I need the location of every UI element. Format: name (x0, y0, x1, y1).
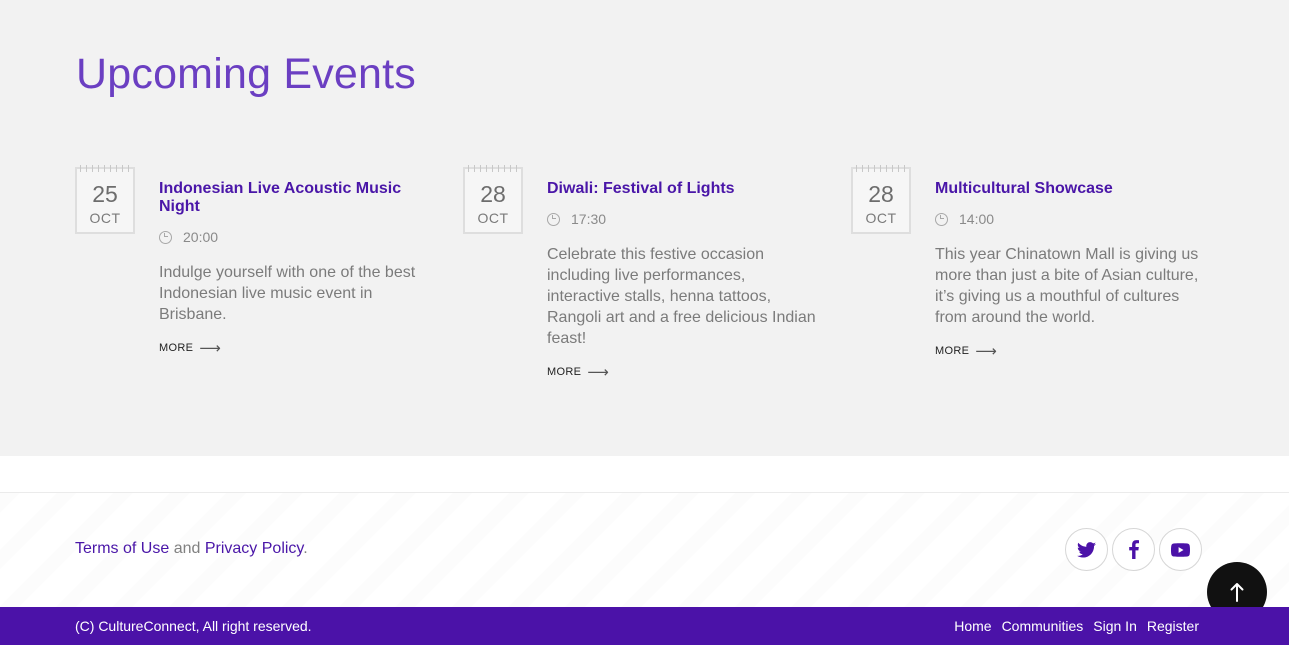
calendar-rings-icon (468, 165, 518, 172)
event-time-value: 17:30 (571, 211, 607, 227)
nav-sign-in-link[interactable]: Sign In (1093, 618, 1137, 634)
event-time-value: 14:00 (959, 211, 995, 227)
legal-period: . (303, 540, 308, 557)
clock-icon (547, 212, 560, 226)
event-time-value: 20:00 (183, 229, 219, 245)
section-title: Upcoming Events (76, 50, 416, 98)
event-month: OCT (477, 210, 509, 226)
event-description: Indulge yourself with one of the best In… (159, 264, 416, 323)
youtube-button[interactable] (1159, 528, 1202, 571)
calendar-rings-icon (80, 165, 130, 172)
event-title-link[interactable]: Indonesian Live Acoustic Music Night (159, 180, 434, 216)
more-link[interactable]: MORE ⟶ (935, 342, 998, 360)
arrow-up-icon (1230, 583, 1244, 602)
terms-of-use-link[interactable]: Terms of Use (75, 540, 169, 557)
event-month: OCT (89, 210, 121, 226)
event-day: 25 (92, 181, 118, 207)
more-link[interactable]: MORE ⟶ (547, 363, 610, 381)
event-time: 20:00 (159, 229, 434, 245)
twitter-button[interactable] (1065, 528, 1108, 571)
clock-icon (159, 230, 172, 244)
more-label: MORE (547, 366, 582, 378)
event-title-link[interactable]: Multicultural Showcase (935, 180, 1210, 198)
arrow-right-icon: ⟶ (975, 342, 998, 360)
event-description: Celebrate this festive occasion includin… (547, 246, 816, 347)
events-section: Upcoming Events 25 OCT Indonesian Live A… (0, 0, 1289, 456)
bottom-bar: (C) CultureConnect, All right reserved. … (0, 607, 1289, 645)
more-label: MORE (159, 342, 194, 354)
date-badge: 28 OCT (463, 165, 523, 234)
legal-links: Terms of Use and Privacy Policy. (75, 540, 308, 558)
nav-register-link[interactable]: Register (1147, 618, 1199, 634)
facebook-button[interactable] (1112, 528, 1155, 571)
youtube-icon (1171, 542, 1190, 557)
event-body: Diwali: Festival of Lights 17:30 Celebra… (547, 180, 822, 380)
nav-communities-link[interactable]: Communities (1002, 618, 1084, 634)
event-description: This year Chinatown Mall is giving us mo… (935, 246, 1199, 326)
copyright-text: (C) CultureConnect, All right reserved. (75, 618, 312, 634)
clock-icon (935, 212, 948, 226)
event-time: 14:00 (935, 211, 1210, 227)
nav-home-link[interactable]: Home (954, 618, 991, 634)
twitter-icon (1077, 541, 1096, 558)
calendar-rings-icon (856, 165, 906, 172)
more-link[interactable]: MORE ⟶ (159, 339, 222, 357)
event-body: Multicultural Showcase 14:00 This year C… (935, 180, 1210, 359)
event-day: 28 (868, 181, 894, 207)
event-title-link[interactable]: Diwali: Festival of Lights (547, 180, 822, 198)
date-badge: 28 OCT (851, 165, 911, 234)
bottom-nav: Home Communities Sign In Register (954, 618, 1199, 634)
event-day: 28 (480, 181, 506, 207)
legal-and-text: and (169, 540, 205, 557)
privacy-policy-link[interactable]: Privacy Policy (205, 540, 303, 557)
event-month: OCT (865, 210, 897, 226)
date-badge: 25 OCT (75, 165, 135, 234)
event-time: 17:30 (547, 211, 822, 227)
more-label: MORE (935, 345, 970, 357)
arrow-right-icon: ⟶ (199, 339, 222, 357)
arrow-right-icon: ⟶ (587, 363, 610, 381)
facebook-icon (1128, 540, 1139, 559)
event-body: Indonesian Live Acoustic Music Night 20:… (159, 180, 434, 356)
